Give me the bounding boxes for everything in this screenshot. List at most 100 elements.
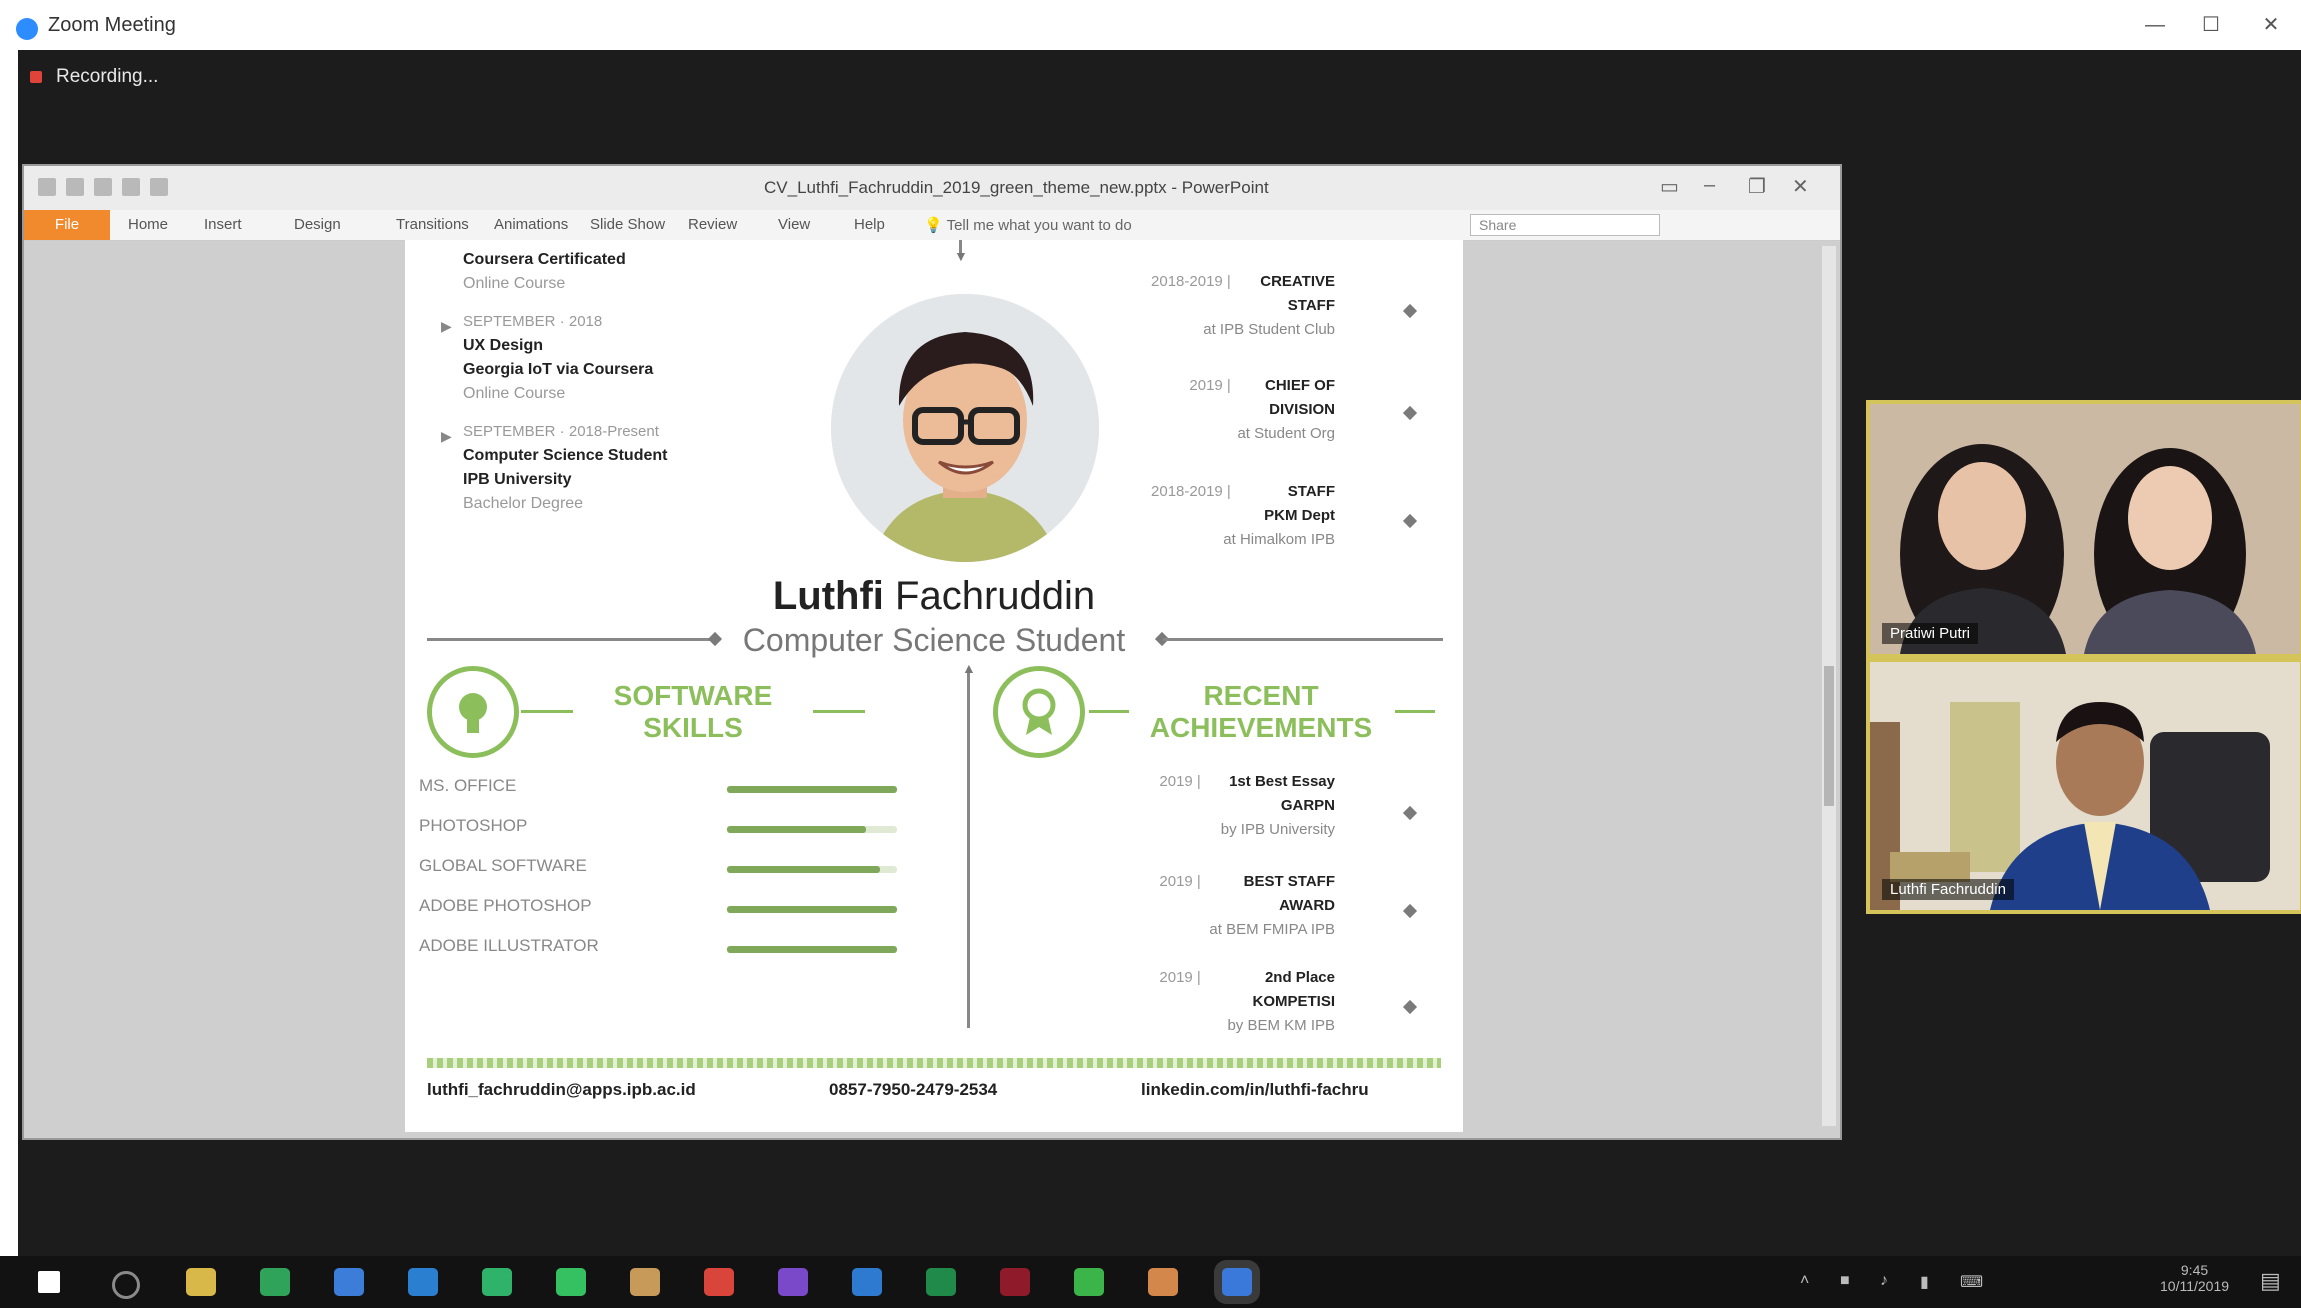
powerpoint-icon[interactable]: [704, 1268, 734, 1296]
edge-icon[interactable]: [260, 1268, 290, 1296]
person-illustration: [831, 294, 1099, 562]
tab-transitions[interactable]: Transitions: [396, 216, 469, 233]
slide-canvas: Coursera Certificated Online Course ▶ SE…: [405, 240, 1463, 1132]
share-box[interactable]: Share: [1470, 214, 1660, 236]
minimize-button[interactable]: —: [2140, 12, 2170, 38]
achievement-item: 2019 | 2nd Place KOMPETISI by BEM KM IPB: [1085, 966, 1335, 1038]
achievement-item: 2019 | BEST STAFF AWARD at BEM FMIPA IPB: [1085, 870, 1335, 942]
item-date: 2018-2019 |: [1151, 273, 1231, 290]
ribbon-tabs: File Home Insert Design Transitions Anim…: [24, 210, 1840, 241]
word-icon[interactable]: [852, 1268, 882, 1296]
file-explorer-icon[interactable]: [186, 1268, 216, 1296]
participant-video[interactable]: Pratiwi Putri: [1866, 400, 2301, 658]
tab-help[interactable]: Help: [854, 216, 885, 233]
excel-icon[interactable]: [926, 1268, 956, 1296]
whatsapp-icon[interactable]: [482, 1268, 512, 1296]
tray-chevron-icon[interactable]: ˄: [1800, 1272, 1809, 1290]
diamond-marker-icon: [1402, 805, 1418, 821]
timeline-item: 2018-2019 | STAFF PKM Dept at Himalkom I…: [1085, 480, 1335, 552]
item-title: CHIEF OF DIVISION: [1265, 377, 1335, 418]
search-icon[interactable]: [112, 1271, 140, 1299]
tray-network-icon[interactable]: ■: [1840, 1272, 1850, 1290]
item-date: 2018-2019 |: [1151, 483, 1231, 500]
photos-icon[interactable]: [1148, 1268, 1178, 1296]
tab-insert[interactable]: Insert: [204, 216, 242, 233]
tray-clock[interactable]: 9:45 10/11/2019: [2160, 1262, 2229, 1294]
close-icon[interactable]: ✕: [1792, 174, 1809, 199]
undo-icon[interactable]: [66, 178, 84, 196]
minimize-icon[interactable]: –: [1704, 174, 1715, 197]
timeline-item: SEPTEMBER · 2018-Present Computer Scienc…: [463, 420, 803, 516]
tab-view[interactable]: View: [778, 216, 810, 233]
avatar: [831, 294, 1099, 562]
tell-me-text: Tell me what you want to do: [946, 217, 1132, 234]
footer-rule: [427, 1058, 1441, 1068]
tab-home[interactable]: Home: [128, 216, 168, 233]
ribbon-display-icon[interactable]: ▭: [1660, 174, 1679, 199]
tray-volume-icon[interactable]: ♪: [1880, 1272, 1888, 1290]
window-title: Zoom Meeting: [48, 14, 176, 36]
vertical-scrollbar[interactable]: [1822, 246, 1836, 1126]
scrollbar-thumb[interactable]: [1824, 666, 1834, 806]
restore-icon[interactable]: ❐: [1748, 174, 1766, 199]
close-button[interactable]: ✕: [2256, 12, 2286, 38]
name-last: Fachruddin: [883, 574, 1096, 618]
item-sub: by BEM KM IPB: [1227, 1017, 1335, 1034]
item-sub: at BEM FMIPA IPB: [1209, 921, 1335, 938]
zoom-title-bar: Zoom Meeting — ☐ ✕: [0, 0, 2301, 50]
header-rule: [813, 710, 865, 713]
participant-video[interactable]: Luthfi Fachruddin: [1866, 658, 2301, 914]
tab-animations[interactable]: Animations: [494, 216, 568, 233]
visual-studio-icon[interactable]: [778, 1268, 808, 1296]
spotify-icon[interactable]: [556, 1268, 586, 1296]
tab-review[interactable]: Review: [688, 216, 737, 233]
item-sub: at IPB Student Club: [1203, 321, 1335, 338]
tell-me-search[interactable]: 💡 Tell me what you want to do: [924, 216, 1132, 234]
tab-slide-show[interactable]: Slide Show: [590, 216, 665, 233]
window-frame: [0, 50, 18, 1308]
maximize-button[interactable]: ☐: [2196, 12, 2226, 38]
divider-line: [1163, 638, 1443, 641]
skill-name: PHOTOSHOP: [419, 816, 528, 835]
zoom-logo-icon: [16, 18, 38, 40]
item-date: 2019 |: [1189, 377, 1231, 394]
item-title: 1st Best Essay GARPN: [1229, 773, 1335, 814]
tray-time: 9:45: [2180, 1262, 2209, 1278]
skill-bar-fill: [727, 826, 866, 833]
slideshow-icon[interactable]: [122, 178, 140, 196]
tab-file[interactable]: File: [24, 210, 110, 240]
footer-phone: 0857-7950-2479-2534: [829, 1080, 998, 1099]
tray-battery-icon[interactable]: ▮: [1920, 1272, 1929, 1292]
tab-design[interactable]: Design: [294, 216, 341, 233]
redo-icon[interactable]: [94, 178, 112, 196]
mail-icon[interactable]: [408, 1268, 438, 1296]
skill-bar-fill: [727, 906, 897, 913]
header-rule: [1395, 710, 1435, 713]
skill-bar-fill: [727, 786, 897, 793]
skill-row: ADOBE ILLUSTRATOR: [419, 936, 899, 964]
record-icon: [30, 70, 42, 83]
adobe-icon[interactable]: [1000, 1268, 1030, 1296]
timeline-item: 2018-2019 | CREATIVE STAFF at IPB Studen…: [1085, 270, 1335, 342]
paint-icon[interactable]: [630, 1268, 660, 1296]
tray-language-icon[interactable]: ⌨: [1960, 1272, 1983, 1292]
zoom-icon[interactable]: [1222, 1268, 1252, 1296]
diamond-marker-icon: [1402, 903, 1418, 919]
item-date: SEPTEMBER · 2018: [463, 313, 603, 330]
item-date: 2019 |: [1159, 873, 1201, 890]
start-icon[interactable]: [38, 1271, 60, 1293]
item-sub: at Student Org: [1237, 425, 1335, 442]
item-title: STAFF PKM Dept: [1264, 483, 1335, 524]
item-title: UX Design Georgia IoT via Coursera: [463, 337, 654, 378]
participant-name: Pratiwi Putri: [1882, 623, 1979, 644]
notification-icon[interactable]: ▤: [2260, 1268, 2281, 1294]
chrome-icon[interactable]: [1074, 1268, 1104, 1296]
snipping-icon[interactable]: [334, 1268, 364, 1296]
timeline-item: SEPTEMBER · 2018 UX Design Georgia IoT v…: [463, 310, 803, 406]
item-sub: at Himalkom IPB: [1223, 531, 1335, 548]
touch-mode-icon[interactable]: [150, 178, 168, 196]
save-icon[interactable]: [38, 178, 56, 196]
header-rule: [521, 710, 573, 713]
recording-indicator[interactable]: Recording...: [30, 66, 158, 88]
skill-name: GLOBAL SOFTWARE: [419, 856, 587, 875]
